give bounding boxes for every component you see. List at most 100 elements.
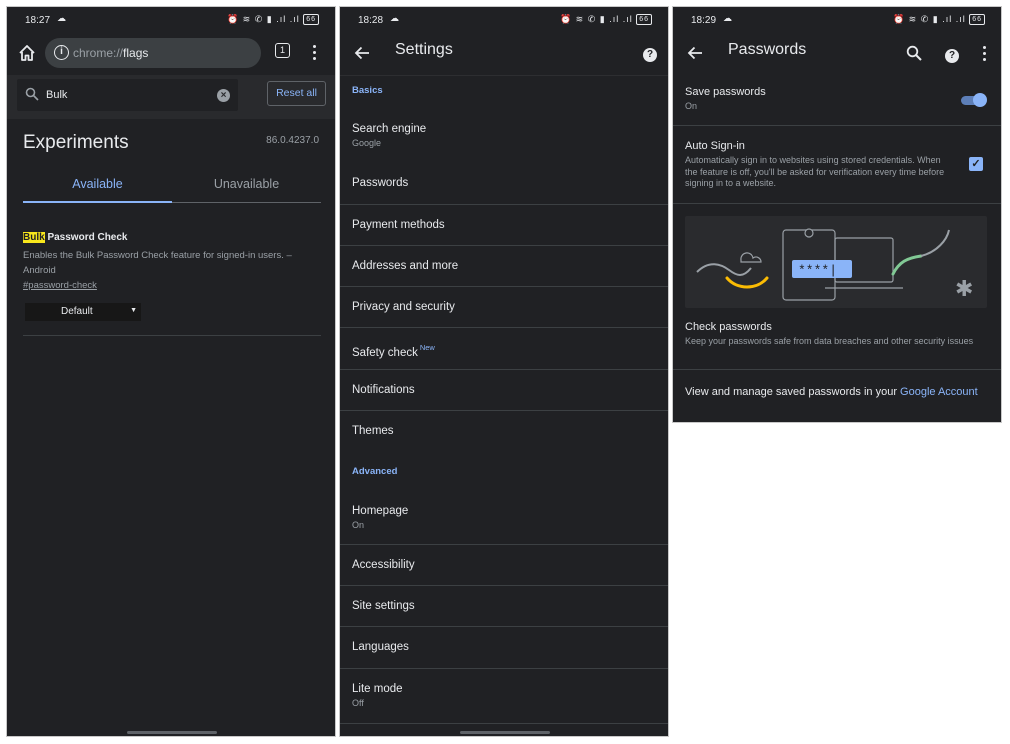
settings-item-privacy[interactable]: Privacy and security — [340, 287, 668, 328]
item-label: Search engine — [352, 123, 427, 135]
url-host: flags — [123, 46, 149, 60]
toggle-thumb — [973, 93, 987, 107]
info-icon[interactable]: i — [54, 45, 69, 60]
home-icon[interactable] — [17, 43, 37, 63]
menu-icon[interactable] — [313, 45, 317, 63]
flag-title-text: Password Check — [44, 232, 128, 243]
save-passwords-label: Save passwords — [685, 86, 766, 98]
settings-item-payment-methods[interactable]: Payment methods — [340, 205, 668, 246]
item-label: Privacy and security — [352, 301, 455, 313]
settings-item-lite-mode[interactable]: Lite mode Off — [340, 669, 668, 724]
app-bar: Passwords ? — [673, 33, 1001, 75]
url-text: chrome://flags — [73, 46, 148, 60]
flag-state-select[interactable]: Default ▼ — [25, 303, 141, 321]
manage-passwords-text: View and manage saved passwords in your … — [685, 386, 978, 398]
cloud-icon: ☁ — [723, 13, 732, 23]
illustration-green-arc — [891, 254, 923, 276]
item-label: Safety check New — [352, 343, 435, 359]
settings-item-addresses[interactable]: Addresses and more — [340, 246, 668, 287]
settings-screen: 18:28 ☁ ⏰ ≋ ✆ ▮ .ıl .ıl 66 Settings ? Ba… — [339, 6, 669, 737]
battery-icon: 66 — [303, 14, 319, 25]
flags-search-bar: Bulk × Reset all — [7, 75, 335, 119]
divider — [340, 75, 668, 76]
item-label: Payment methods — [352, 219, 445, 231]
search-icon — [25, 87, 39, 101]
settings-item-homepage[interactable]: Homepage On — [340, 487, 668, 545]
search-icon[interactable] — [906, 45, 922, 61]
gesture-bar[interactable] — [460, 731, 550, 734]
flags-screen: 18:27 ☁ ⏰ ≋ ✆ ▮ .ıl .ıl 66 i chrome://fl… — [6, 6, 336, 737]
item-label: Passwords — [352, 177, 409, 189]
status-time: 18:28 — [358, 15, 384, 26]
search-input[interactable]: Bulk — [46, 89, 67, 101]
divider — [23, 335, 321, 336]
help-icon[interactable]: ? — [643, 48, 657, 62]
tab-unavailable[interactable]: Unavailable — [172, 177, 321, 191]
flag-description: Enables the Bulk Password Check feature … — [23, 250, 292, 276]
settings-item-passwords[interactable]: Passwords — [340, 157, 668, 205]
auto-signin-description: Automatically sign in to websites using … — [685, 155, 945, 188]
masked-password: ****| — [798, 263, 837, 278]
passwords-screen: 18:29 ☁ ⏰ ≋ ✆ ▮ .ıl .ıl 66 Passwords ? S… — [672, 6, 1002, 423]
illustration-graphic: ****| ✱ — [696, 228, 973, 302]
new-badge: New — [419, 343, 435, 352]
settings-item-safety-check[interactable]: Safety check New — [340, 328, 668, 370]
google-account-link[interactable]: Google Account — [900, 386, 978, 398]
settings-item-site-settings[interactable]: Site settings — [340, 586, 668, 627]
status-icons: ⏰ ≋ ✆ ▮ .ıl .ıl 66 — [227, 14, 319, 25]
item-label: Homepage — [352, 505, 409, 517]
url-scheme: chrome:// — [73, 46, 124, 60]
item-label: Accessibility — [352, 559, 415, 571]
status-time: 18:27 — [25, 15, 51, 26]
auto-signin-label: Auto Sign-in — [685, 140, 745, 152]
flag-select-value: Default — [61, 306, 93, 317]
browser-toolbar: i chrome://flags 1 — [7, 33, 335, 75]
divider — [340, 723, 668, 724]
divider — [673, 125, 1001, 126]
page-title: Experiments — [23, 132, 129, 153]
clear-search-icon[interactable]: × — [217, 89, 230, 102]
settings-item-notifications[interactable]: Notifications — [340, 370, 668, 411]
item-label: Themes — [352, 425, 394, 437]
menu-icon[interactable] — [983, 46, 987, 64]
status-bar: 18:27 ☁ ⏰ ≋ ✆ ▮ .ıl .ıl 66 — [7, 7, 335, 33]
battery-icon: 66 — [969, 14, 985, 25]
help-icon[interactable]: ? — [945, 49, 959, 63]
settings-item-search-engine[interactable]: Search engine Google — [340, 105, 668, 157]
status-icons: ⏰ ≋ ✆ ▮ .ıl .ıl 66 — [560, 14, 652, 25]
version-label: 86.0.4237.0 — [266, 135, 319, 146]
flag-anchor-link[interactable]: #password-check — [23, 280, 97, 291]
reset-all-button[interactable]: Reset all — [267, 81, 326, 106]
settings-item-accessibility[interactable]: Accessibility — [340, 545, 668, 586]
item-label: Addresses and more — [352, 260, 459, 272]
section-header-advanced: Advanced — [352, 466, 398, 477]
save-passwords-status: On — [685, 101, 698, 111]
item-label: Notifications — [352, 384, 415, 396]
divider — [673, 369, 1001, 370]
flags-search-field[interactable]: Bulk × — [17, 79, 238, 111]
settings-item-languages[interactable]: Languages — [340, 627, 668, 669]
status-time: 18:29 — [691, 15, 717, 26]
auto-signin-checkbox[interactable]: ✓ — [969, 157, 983, 171]
app-bar: Settings ? — [340, 33, 668, 75]
flag-title: Bulk Password Check — [23, 232, 127, 243]
tab-available[interactable]: Available — [23, 177, 172, 191]
back-arrow-icon[interactable] — [686, 44, 704, 62]
item-sub: Google — [352, 138, 382, 148]
dropdown-caret-icon: ▼ — [130, 307, 137, 314]
tab-switcher-button[interactable]: 1 — [275, 43, 290, 58]
check-passwords-label[interactable]: Check passwords — [685, 321, 772, 333]
back-arrow-icon[interactable] — [353, 44, 371, 62]
omnibox[interactable]: i chrome://flags — [45, 38, 261, 68]
manage-prefix: View and manage saved passwords in your — [685, 386, 901, 398]
item-label: Lite mode — [352, 683, 403, 695]
save-passwords-toggle[interactable] — [959, 93, 987, 107]
gesture-bar[interactable] — [127, 731, 217, 734]
cloud-icon: ☁ — [57, 13, 66, 23]
cloud-shape — [740, 252, 762, 263]
item-label: Languages — [352, 641, 409, 653]
settings-item-themes[interactable]: Themes — [340, 411, 668, 453]
status-bar: 18:28 ☁ ⏰ ≋ ✆ ▮ .ıl .ıl 66 — [340, 7, 668, 33]
page-title: Settings — [395, 41, 453, 58]
section-header-basics: Basics — [352, 85, 383, 96]
